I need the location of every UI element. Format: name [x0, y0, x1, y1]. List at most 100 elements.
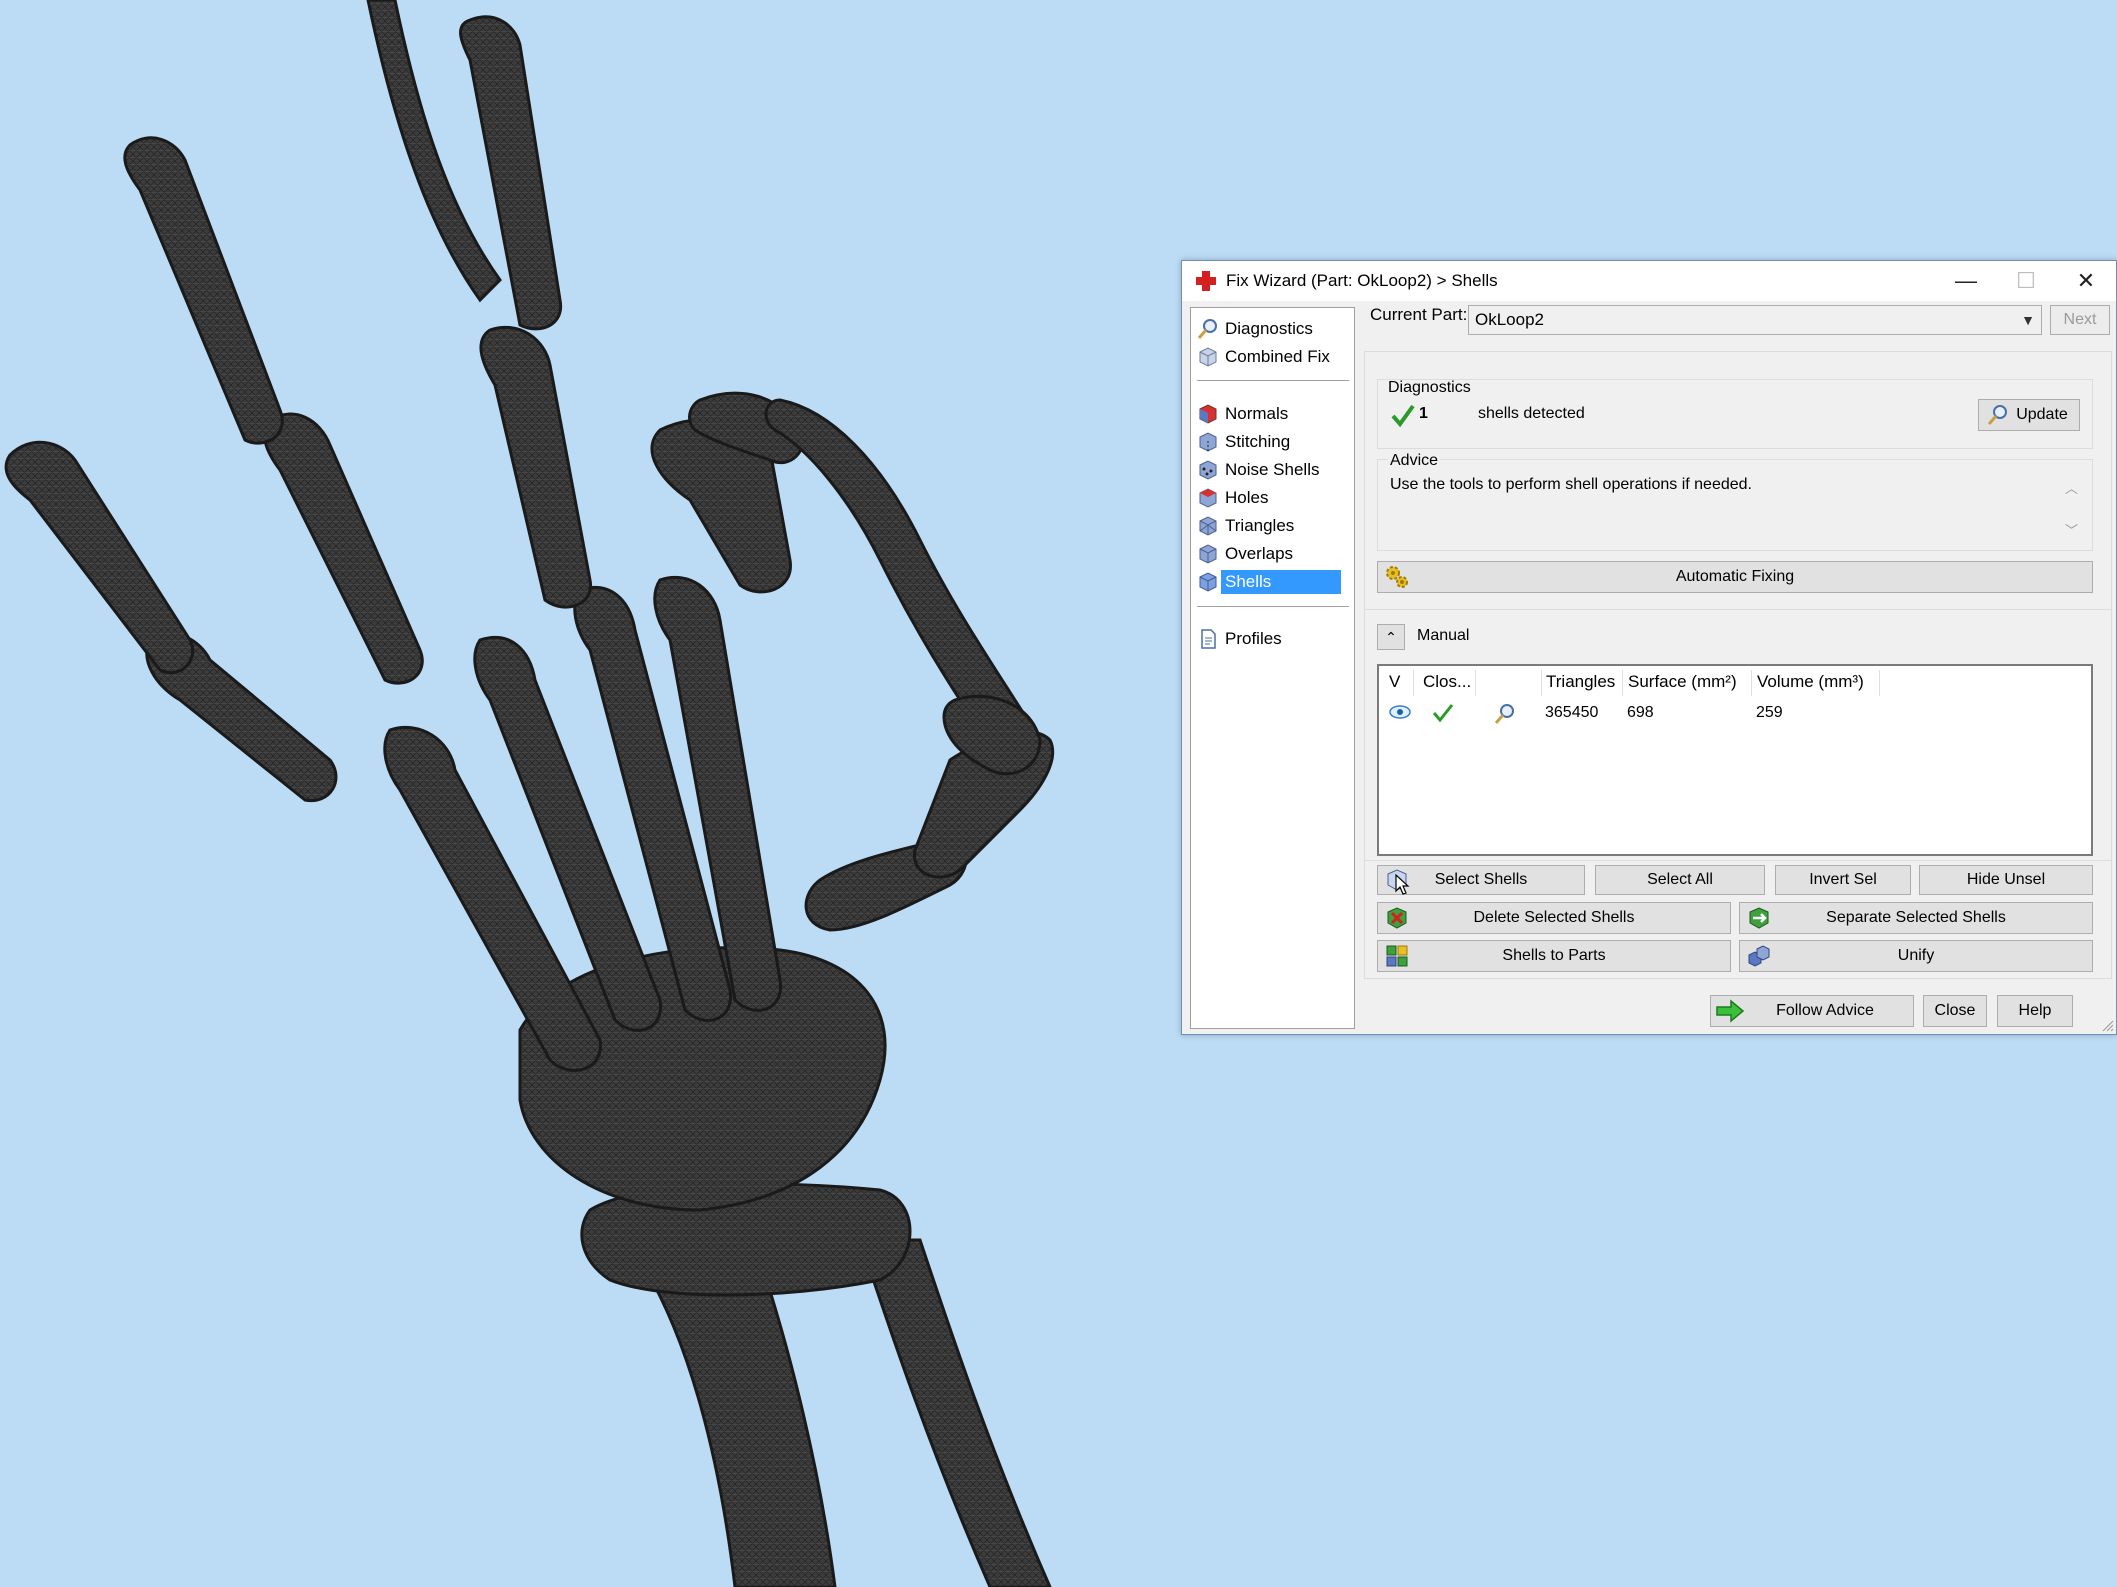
shells-count: 1	[1419, 405, 1428, 422]
next-button-label: Next	[2063, 311, 2097, 328]
overlap-cube-icon	[1195, 541, 1221, 567]
advice-group-title: Advice	[1388, 452, 1441, 470]
resize-grip-icon[interactable]	[2100, 1018, 2114, 1032]
ulna-bone	[857, 1238, 1052, 1587]
dialog-title: Fix Wizard (Part: OkLoop2) > Shells	[1226, 271, 1498, 290]
stitch-cube-icon	[1195, 429, 1221, 455]
scroll-down-icon[interactable]: ﹀	[2065, 520, 2078, 539]
unify-label: Unify	[1897, 947, 1935, 964]
invert-sel-label: Invert Sel	[1809, 871, 1877, 888]
scroll-up-icon[interactable]: ︿	[2065, 478, 2078, 497]
close-button[interactable]: Close	[1923, 995, 1987, 1027]
unify-cubes-icon	[1744, 941, 1774, 971]
fix-wizard-dialog: Fix Wizard (Part: OkLoop2) > Shells — ☐ …	[1181, 260, 2117, 1035]
help-button[interactable]: Help	[1997, 995, 2073, 1027]
follow-advice-label: Follow Advice	[1776, 1002, 1874, 1019]
diagnostics-group-label: Diagnostics	[1388, 379, 1471, 396]
magnifier-icon[interactable]	[1493, 702, 1517, 726]
separate-selected-label: Separate Selected Shells	[1826, 909, 2006, 926]
current-part-value: OkLoop2	[1475, 310, 1544, 329]
column-header-surface[interactable]: Surface (mm²)	[1628, 672, 1737, 692]
column-header-visible[interactable]: V	[1389, 672, 1400, 692]
maximize-button[interactable]: ☐	[1996, 261, 2056, 301]
mouse-cursor-icon	[1395, 874, 1410, 895]
invert-sel-button[interactable]: Invert Sel	[1775, 865, 1911, 895]
select-all-label: Select All	[1647, 871, 1713, 888]
select-shells-label: Select Shells	[1434, 871, 1528, 888]
eye-icon[interactable]	[1389, 704, 1411, 720]
separate-cube-icon	[1744, 903, 1774, 933]
select-all-button[interactable]: Select All	[1595, 865, 1765, 895]
collapse-manual-button[interactable]: ⌃	[1377, 624, 1405, 650]
nav-item-label: Holes	[1225, 488, 1269, 507]
column-header-volume[interactable]: Volume (mm³)	[1757, 672, 1864, 692]
column-divider	[1879, 670, 1880, 696]
close-window-button[interactable]: ✕	[2056, 261, 2116, 301]
nav-item-label: Stitching	[1225, 432, 1291, 451]
cell-triangles: 365450	[1545, 704, 1599, 721]
column-divider	[1475, 670, 1476, 696]
hole-cube-icon	[1195, 485, 1221, 511]
document-icon	[1195, 626, 1221, 652]
column-divider	[1541, 670, 1542, 696]
next-button[interactable]: Next	[2050, 305, 2110, 335]
nav-item-label: Combined Fix	[1225, 347, 1330, 366]
nav-item-combined-fix[interactable]: Combined Fix	[1195, 344, 1334, 370]
column-divider	[1622, 670, 1623, 696]
shells-table[interactable]: V Clos... Triangles Surface (mm²) Volume…	[1377, 664, 2093, 856]
delete-selected-shells-button[interactable]: Delete Selected Shells	[1377, 902, 1731, 934]
hide-unsel-button[interactable]: Hide Unsel	[1919, 865, 2093, 895]
follow-advice-button[interactable]: Follow Advice	[1710, 995, 1914, 1027]
delete-selected-label: Delete Selected Shells	[1473, 909, 1635, 926]
nav-item-label: Overlaps	[1225, 544, 1294, 563]
hand-skeleton-mesh	[4, 0, 1055, 1587]
nav-item-normals[interactable]: Normals	[1195, 401, 1292, 427]
nav-item-triangles[interactable]: Triangles	[1195, 513, 1298, 539]
update-button[interactable]: Update	[1978, 399, 2080, 431]
chevron-down-icon: ▼	[2021, 312, 2035, 328]
cube-icon	[1195, 344, 1221, 370]
column-header-closed[interactable]: Clos...	[1423, 672, 1471, 692]
nav-item-diagnostics[interactable]: Diagnostics	[1195, 316, 1317, 342]
cube-red-icon	[1195, 401, 1221, 427]
delete-cube-icon	[1382, 903, 1412, 933]
nav-item-label: Normals	[1225, 404, 1289, 423]
fix-navigation-list: Diagnostics Combined Fix Normals Stitchi…	[1190, 307, 1355, 1029]
separate-selected-shells-button[interactable]: Separate Selected Shells	[1739, 902, 2093, 934]
nav-item-profiles[interactable]: Profiles	[1195, 626, 1286, 652]
gears-icon	[1382, 562, 1412, 592]
help-label: Help	[2018, 1002, 2052, 1019]
nav-item-stitching[interactable]: Stitching	[1195, 429, 1294, 455]
shells-to-parts-button[interactable]: Shells to Parts	[1377, 940, 1731, 972]
dialog-titlebar[interactable]: Fix Wizard (Part: OkLoop2) > Shells — ☐ …	[1182, 261, 2116, 301]
middle-finger-proximal	[479, 325, 592, 609]
hide-unsel-label: Hide Unsel	[1966, 871, 2046, 888]
minimize-button[interactable]: —	[1936, 261, 1996, 301]
nav-item-label: Triangles	[1225, 516, 1295, 535]
nav-item-label: Diagnostics	[1225, 319, 1313, 338]
triangle-cube-icon	[1195, 513, 1221, 539]
column-header-triangles[interactable]: Triangles	[1546, 672, 1615, 692]
noise-cube-icon	[1195, 457, 1221, 483]
nav-item-holes[interactable]: Holes	[1195, 485, 1272, 511]
arrow-right-icon	[1715, 996, 1745, 1026]
current-part-dropdown[interactable]: OkLoop2 ▼	[1468, 305, 2042, 335]
magnifier-icon	[1195, 316, 1221, 342]
column-divider	[1751, 670, 1752, 696]
check-icon	[1391, 404, 1415, 428]
nav-item-label: Noise Shells	[1225, 460, 1320, 479]
column-divider	[1413, 670, 1414, 696]
unify-button[interactable]: Unify	[1739, 940, 2093, 972]
radius-bone	[637, 1258, 837, 1587]
diagnostics-status: shells detected	[1478, 405, 1585, 422]
close-label: Close	[1934, 1002, 1976, 1019]
nav-item-overlaps[interactable]: Overlaps	[1195, 541, 1297, 567]
nav-item-shells[interactable]: Shells	[1195, 569, 1341, 595]
magnifier-icon	[1983, 400, 2013, 430]
ring-finger-distal	[123, 136, 284, 445]
automatic-fixing-button[interactable]: Automatic Fixing	[1377, 561, 2093, 593]
table-row[interactable]: 365450 698 259	[1379, 698, 2091, 728]
nav-item-noise-shells[interactable]: Noise Shells	[1195, 457, 1324, 483]
manual-section-label: Manual	[1417, 627, 1470, 644]
shell-cube-icon	[1195, 569, 1221, 595]
